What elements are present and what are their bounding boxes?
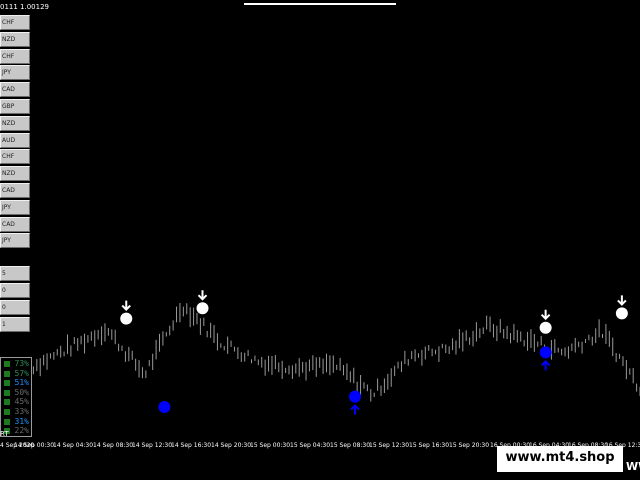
- strength-value: 50%: [14, 387, 29, 397]
- strength-panel: 73% 57% 51% 50% 45% 33% 31% 22%: [0, 357, 32, 437]
- strength-bar: [4, 380, 10, 387]
- watermark-box: www.mt4.shop: [497, 446, 623, 472]
- strength-bar: [4, 370, 10, 377]
- buy-arrow-icon: [540, 359, 551, 371]
- strength-row: 45%: [1, 397, 31, 407]
- symbol-button[interactable]: NZD: [0, 166, 30, 182]
- x-axis-label: 15 Sep 20:30: [449, 442, 490, 449]
- watermark-partial: WW: [626, 460, 640, 473]
- symbol-button[interactable]: JPY: [0, 233, 30, 249]
- strength-row: 33%: [1, 407, 31, 417]
- strength-row: 50%: [1, 388, 31, 398]
- sell-signal-dot: [120, 312, 133, 325]
- symbol-button[interactable]: NZD: [0, 115, 30, 131]
- buy-signal-dot: [349, 390, 361, 403]
- symbol-button[interactable]: AUD: [0, 132, 30, 148]
- strength-bar: [4, 409, 10, 415]
- strength-row: 31%: [1, 417, 31, 427]
- timeframe-button[interactable]: 1: [0, 317, 30, 332]
- symbol-button[interactable]: CAD: [0, 82, 30, 98]
- symbol-button[interactable]: CAD: [0, 183, 30, 198]
- window-title-bar: [244, 3, 396, 5]
- symbol-button[interactable]: CHF: [0, 15, 30, 30]
- buy-signal-dot: [539, 346, 552, 359]
- x-axis-label: 14 Sep 00:30: [14, 442, 55, 449]
- strength-value: 57%: [14, 368, 29, 378]
- strength-bar: [4, 361, 10, 367]
- symbol-button[interactable]: CHF: [0, 149, 30, 165]
- x-axis-label: 15 Sep 04:30: [290, 442, 331, 449]
- quote-readout: 0111 1.00129: [0, 3, 49, 11]
- symbol-button[interactable]: CHF: [0, 48, 30, 64]
- x-axis-label: 14 Sep 20:30: [211, 442, 252, 449]
- timeframe-button[interactable]: 5: [0, 266, 30, 281]
- sell-arrow-icon: [540, 309, 551, 321]
- sell-signal-dot: [196, 302, 209, 315]
- symbol-button[interactable]: NZD: [0, 31, 30, 47]
- price-chart[interactable]: [0, 0, 640, 480]
- strength-bar: [4, 418, 10, 425]
- sell-arrow-icon: [121, 300, 131, 312]
- x-axis-label: 15 Sep 16:30: [409, 442, 450, 449]
- strength-value: 51%: [14, 378, 29, 388]
- buy-signal-dot: [158, 401, 171, 413]
- strength-row: 57%: [1, 369, 31, 379]
- corner-label: RT: [0, 430, 9, 438]
- watermark-text: www.mt4.shop: [505, 450, 615, 465]
- symbol-button[interactable]: CAD: [0, 216, 30, 232]
- strength-value: 73%: [14, 359, 29, 368]
- symbol-button[interactable]: JPY: [0, 65, 30, 81]
- timeframe-button[interactable]: 0: [0, 300, 30, 315]
- symbol-button[interactable]: JPY: [0, 199, 30, 215]
- x-axis-label: 14 Sep 04:30: [53, 442, 94, 449]
- strength-value: 31%: [14, 416, 29, 426]
- strength-bar: [4, 399, 10, 406]
- timeframe-button[interactable]: 0: [0, 283, 30, 298]
- sell-signal-dot: [539, 321, 552, 334]
- strength-value: 33%: [14, 407, 29, 416]
- x-axis-label: 15 Sep 00:30: [250, 442, 291, 449]
- x-axis-label: 14 Sep 12:30: [132, 442, 173, 449]
- x-axis-label: 15 Sep 12:30: [369, 442, 410, 449]
- strength-row: 51%: [1, 378, 31, 388]
- strength-value: 22%: [14, 426, 29, 436]
- sell-arrow-icon: [197, 290, 208, 301]
- buy-arrow-icon: [350, 404, 360, 415]
- sell-arrow-icon: [617, 295, 627, 306]
- x-axis-label: 15 Sep 08:30: [330, 442, 371, 449]
- sell-signal-dot: [615, 307, 628, 320]
- x-axis-label: 14 Sep 08:30: [93, 442, 134, 449]
- strength-row: 73%: [1, 359, 31, 369]
- x-axis-label: 14 Sep 16:30: [171, 442, 212, 449]
- symbol-button[interactable]: GBP: [0, 99, 30, 114]
- strength-value: 45%: [14, 397, 29, 407]
- strength-bar: [4, 389, 10, 396]
